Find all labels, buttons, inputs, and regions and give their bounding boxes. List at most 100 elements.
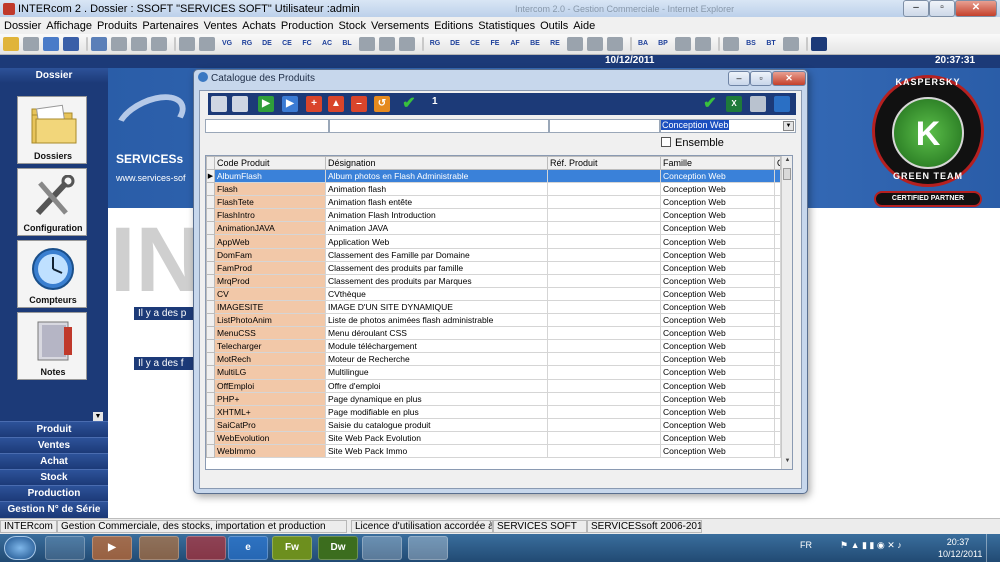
cell-designation[interactable]: Offre d'emploi bbox=[325, 378, 548, 393]
table-row[interactable]: ListPhotoAnim Liste de photos animées fla… bbox=[206, 313, 781, 328]
filter-code-input[interactable] bbox=[205, 119, 329, 133]
cell-designation[interactable]: Classement des produits par Marques bbox=[325, 273, 548, 288]
cell-designation[interactable]: Moteur de Recherche bbox=[325, 352, 548, 367]
toolbar-ce2-button[interactable]: CE bbox=[467, 37, 483, 51]
last-record-icon[interactable]: ▶ bbox=[282, 96, 298, 112]
language-indicator[interactable]: FR bbox=[800, 540, 812, 550]
row-indicator[interactable] bbox=[206, 365, 215, 380]
fireworks-icon[interactable]: Fw bbox=[272, 536, 312, 560]
cell-designation[interactable]: Animation JAVA bbox=[325, 221, 548, 236]
table-row[interactable]: FlashIntro Animation Flash Introduction Co… bbox=[206, 208, 781, 223]
row-indicator[interactable] bbox=[206, 404, 215, 419]
menu-outils[interactable]: Outils bbox=[540, 20, 568, 32]
table-row[interactable]: MrqProd Classement des produits par Marqu… bbox=[206, 273, 781, 288]
row-indicator[interactable] bbox=[206, 260, 215, 275]
tool-icon[interactable] bbox=[783, 37, 799, 51]
cell-famille[interactable]: Conception Web bbox=[660, 417, 775, 432]
column-header-famille[interactable]: Famille bbox=[660, 156, 775, 170]
row-indicator[interactable] bbox=[206, 195, 215, 210]
cell-designation[interactable]: Animation Flash Introduction bbox=[325, 208, 548, 223]
tool-icon[interactable] bbox=[723, 37, 739, 51]
cell-ref[interactable] bbox=[547, 273, 661, 288]
cell-designation[interactable]: Page dynamique en plus bbox=[325, 391, 548, 406]
cell-designation[interactable]: Menu déroulant CSS bbox=[325, 326, 548, 341]
cell-designation[interactable]: Site Web Pack Immo bbox=[325, 443, 548, 459]
cell-famille[interactable]: Conception Web bbox=[660, 365, 775, 380]
cell-designation[interactable]: Animation flash entête bbox=[325, 195, 548, 210]
table-row[interactable]: Flash Animation flash Conception Web bbox=[206, 182, 781, 197]
sidebar-tile-configuration[interactable]: Configuration bbox=[17, 168, 87, 236]
cell-q[interactable] bbox=[774, 378, 781, 393]
table-row[interactable]: PHP+ Page dynamique en plus Conception Web bbox=[206, 391, 781, 406]
tool-icon[interactable] bbox=[567, 37, 583, 51]
cell-ref[interactable] bbox=[547, 339, 661, 354]
cell-famille[interactable]: Conception Web bbox=[660, 208, 775, 223]
menu-versements[interactable]: Versements bbox=[371, 20, 429, 32]
cell-q[interactable] bbox=[774, 417, 781, 432]
product-icon[interactable] bbox=[111, 37, 127, 51]
play-next-icon[interactable]: ▶ bbox=[258, 96, 274, 112]
cell-code[interactable]: XHTML+ bbox=[214, 404, 326, 419]
delete-icon[interactable]: – bbox=[351, 96, 367, 112]
row-indicator[interactable] bbox=[206, 339, 215, 354]
sidebar-section-produit[interactable]: Produit bbox=[0, 421, 108, 437]
menu-partenaires[interactable]: Partenaires bbox=[142, 20, 198, 32]
cell-q[interactable] bbox=[774, 208, 781, 223]
blank-button[interactable] bbox=[211, 96, 227, 112]
sidebar-tile-notes[interactable]: Notes bbox=[17, 312, 87, 380]
cell-code[interactable]: AnimationJAVA bbox=[214, 221, 326, 236]
cell-ref[interactable] bbox=[547, 286, 661, 301]
minimize-button[interactable]: – bbox=[903, 0, 929, 17]
tool-icon[interactable] bbox=[379, 37, 395, 51]
cell-code[interactable]: FamProd bbox=[214, 260, 326, 275]
grid-scrollbar[interactable]: ▲ ▼ bbox=[781, 156, 792, 469]
cell-designation[interactable]: IMAGE D'UN SITE DYNAMIQUE bbox=[325, 299, 548, 315]
cell-famille[interactable]: Conception Web bbox=[660, 234, 775, 249]
cell-code[interactable]: CV bbox=[214, 286, 326, 301]
cell-famille[interactable]: Conception Web bbox=[660, 339, 775, 354]
cell-q[interactable] bbox=[774, 247, 781, 262]
close-button[interactable]: ✕ bbox=[955, 0, 997, 17]
cell-famille[interactable]: Conception Web bbox=[660, 378, 775, 393]
cell-designation[interactable]: Page modifiable en plus bbox=[325, 404, 548, 419]
show-desktop-button[interactable] bbox=[986, 534, 1000, 562]
exit-icon[interactable] bbox=[811, 37, 827, 51]
internet-explorer-icon[interactable]: e bbox=[228, 536, 268, 560]
excel-export-icon[interactable]: X bbox=[726, 96, 742, 112]
cell-famille[interactable]: Conception Web bbox=[660, 168, 775, 184]
cell-q[interactable] bbox=[774, 234, 781, 249]
filter-family-select[interactable]: Conception Web ▼ bbox=[660, 119, 796, 133]
row-indicator[interactable] bbox=[206, 273, 215, 288]
cell-famille[interactable]: Conception Web bbox=[660, 313, 775, 328]
table-row[interactable]: Telecharger Module téléchargement Concepti… bbox=[206, 339, 781, 354]
cell-code[interactable]: AlbumFlash bbox=[214, 168, 326, 184]
toolbar-ac-button[interactable]: AC bbox=[319, 37, 335, 51]
toolbar-bt-button[interactable]: BT bbox=[763, 37, 779, 51]
column-header-q[interactable]: Q bbox=[774, 156, 781, 170]
cell-q[interactable] bbox=[774, 365, 781, 380]
cell-ref[interactable] bbox=[547, 247, 661, 262]
column-header-ref[interactable]: Réf. Produit bbox=[547, 156, 661, 170]
cell-famille[interactable]: Conception Web bbox=[660, 182, 775, 197]
explorer-icon[interactable] bbox=[45, 536, 85, 560]
row-indicator[interactable] bbox=[206, 286, 215, 301]
cell-famille[interactable]: Conception Web bbox=[660, 221, 775, 236]
select-icon[interactable] bbox=[91, 37, 107, 51]
cell-q[interactable] bbox=[774, 221, 781, 236]
row-indicator[interactable] bbox=[206, 221, 215, 236]
taskbar-clock[interactable]: 20:37 10/12/2011 bbox=[938, 536, 982, 560]
cell-code[interactable]: MenuCSS bbox=[214, 326, 326, 341]
menu-ventes[interactable]: Ventes bbox=[204, 20, 238, 32]
dialog-close-button[interactable]: ✕ bbox=[772, 71, 806, 86]
cell-code[interactable]: ListPhotoAnim bbox=[214, 313, 326, 328]
cell-famille[interactable]: Conception Web bbox=[660, 195, 775, 210]
row-indicator[interactable] bbox=[206, 247, 215, 262]
table-row[interactable]: FlashTete Animation flash entête Conceptio… bbox=[206, 195, 781, 210]
cell-designation[interactable]: Site Web Pack Evolution bbox=[325, 430, 548, 445]
cell-q[interactable] bbox=[774, 391, 781, 406]
row-indicator[interactable] bbox=[206, 352, 215, 367]
scroll-thumb[interactable] bbox=[783, 168, 791, 180]
tool-icon[interactable] bbox=[675, 37, 691, 51]
tool-icon[interactable] bbox=[199, 37, 215, 51]
maximize-button[interactable]: ▫ bbox=[929, 0, 955, 17]
